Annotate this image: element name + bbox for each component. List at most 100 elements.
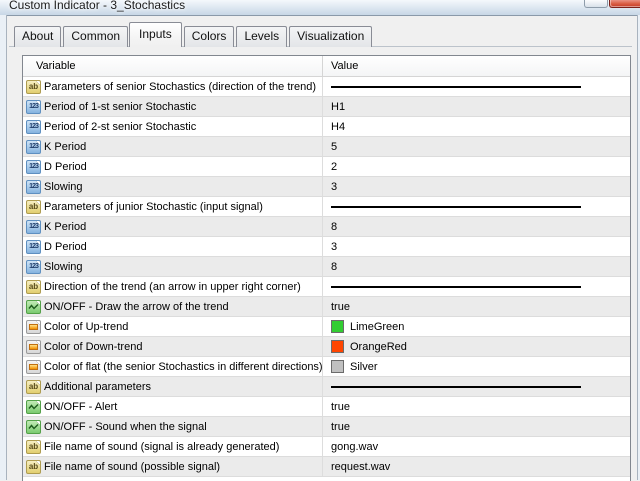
color-param-icon <box>26 359 41 374</box>
value-cell[interactable]: 8 <box>323 257 630 276</box>
color-swatch <box>331 340 344 353</box>
variable-cell: ab Direction of the trend (an arrow in up… <box>23 277 323 296</box>
variable-cell: 123 Period of 2-st senior Stochastic <box>23 117 323 136</box>
value-cell[interactable]: true <box>323 397 630 416</box>
table-row[interactable]: 123 Slowing 3 <box>23 177 630 197</box>
numeric-param-icon: 123 <box>26 239 41 254</box>
value-cell[interactable] <box>323 377 630 396</box>
table-row[interactable]: 123 Period of 2-st senior Stochastic H4 <box>23 117 630 137</box>
table-row[interactable]: Color of Down-trend OrangeRed <box>23 337 630 357</box>
table-row[interactable]: ON/OFF - Alert true <box>23 397 630 417</box>
separator-line <box>331 85 581 88</box>
variable-cell: 123 Slowing <box>23 177 323 196</box>
variable-cell: ab Parameters of senior Stochastics (dire… <box>23 77 323 96</box>
value-text: 5 <box>331 140 338 153</box>
table-row[interactable]: ab Direction of the trend (an arrow in up… <box>23 277 630 297</box>
value-text: 2 <box>331 160 338 173</box>
tab-visualization[interactable]: Visualization <box>289 26 373 47</box>
table-row[interactable]: 123 K Period 5 <box>23 137 630 157</box>
value-cell[interactable] <box>323 77 630 96</box>
variable-label: Slowing <box>44 260 83 273</box>
table-row[interactable]: 123 K Period 8 <box>23 217 630 237</box>
value-text: true <box>331 420 350 433</box>
tab-about[interactable]: About <box>14 26 62 47</box>
value-cell[interactable]: request.wav <box>323 457 630 476</box>
tab-colors[interactable]: Colors <box>183 26 235 47</box>
value-text: 8 <box>331 220 338 233</box>
table-row[interactable]: Color of flat (the senior Stochastics in… <box>23 357 630 377</box>
table-row[interactable]: ON/OFF - Sound when the signal true <box>23 417 630 437</box>
value-cell[interactable]: OrangeRed <box>323 337 630 356</box>
value-cell[interactable]: 3 <box>323 177 630 196</box>
table-row[interactable]: Color of Up-trend LimeGreen <box>23 317 630 337</box>
tab-inputs[interactable]: Inputs <box>129 22 182 47</box>
table-row[interactable]: ab Parameters of junior Stochastic (input… <box>23 197 630 217</box>
close-button[interactable] <box>609 0 640 8</box>
help-button[interactable] <box>584 0 608 8</box>
table-row[interactable]: 123 D Period 3 <box>23 237 630 257</box>
numeric-param-icon: 123 <box>26 99 41 114</box>
value-cell[interactable] <box>323 277 630 296</box>
color-param-icon <box>26 339 41 354</box>
variable-label: Additional parameters <box>44 380 152 393</box>
tab-levels[interactable]: Levels <box>236 26 288 47</box>
value-text: gong.wav <box>331 440 379 453</box>
variable-label: D Period <box>44 240 87 253</box>
string-param-icon: ab <box>26 79 41 94</box>
variable-cell: Color of Up-trend <box>23 317 323 336</box>
color-swatch <box>331 320 344 333</box>
value-cell[interactable]: 5 <box>323 137 630 156</box>
table-row[interactable]: 123 Slowing 8 <box>23 257 630 277</box>
value-cell[interactable]: H4 <box>323 117 630 136</box>
table-body: ab Parameters of senior Stochastics (dire… <box>23 77 630 477</box>
variable-cell: 123 K Period <box>23 137 323 156</box>
inputs-table: Variable Value ab Parameters of senior St… <box>22 55 631 481</box>
variable-label: Direction of the trend (an arrow in uppe… <box>44 280 301 293</box>
variable-label: K Period <box>44 140 87 153</box>
table-row[interactable]: 123 Period of 1-st senior Stochastic H1 <box>23 97 630 117</box>
table-row[interactable]: ab Additional parameters <box>23 377 630 397</box>
tab-common[interactable]: Common <box>63 26 129 47</box>
variable-cell: ab File name of sound (signal is already … <box>23 437 323 456</box>
table-row[interactable]: 123 D Period 2 <box>23 157 630 177</box>
value-cell[interactable]: LimeGreen <box>323 317 630 336</box>
variable-label: Color of Down-trend <box>44 340 143 353</box>
variable-label: K Period <box>44 220 87 233</box>
variable-cell: Color of Down-trend <box>23 337 323 356</box>
column-header-variable: Variable <box>23 56 323 76</box>
value-cell[interactable]: H1 <box>323 97 630 116</box>
value-text: 8 <box>331 260 338 273</box>
variable-cell: ON/OFF - Draw the arrow of the trend <box>23 297 323 316</box>
table-row[interactable]: ab File name of sound (signal is already … <box>23 437 630 457</box>
value-text: Silver <box>350 360 378 373</box>
value-cell[interactable]: 8 <box>323 217 630 236</box>
variable-label: D Period <box>44 160 87 173</box>
window-title: Custom Indicator - 3_Stochastics <box>9 0 186 12</box>
value-cell[interactable]: true <box>323 417 630 436</box>
table-row[interactable]: ab File name of sound (possible signal) re… <box>23 457 630 477</box>
variable-label: ON/OFF - Sound when the signal <box>44 420 207 433</box>
table-row[interactable]: ab Parameters of senior Stochastics (dire… <box>23 77 630 97</box>
value-cell[interactable]: Silver <box>323 357 630 376</box>
variable-cell: Color of flat (the senior Stochastics in… <box>23 357 323 376</box>
variable-label: Parameters of junior Stochastic (input s… <box>44 200 263 213</box>
variable-label: Period of 1-st senior Stochastic <box>44 100 197 113</box>
value-cell[interactable]: true <box>323 297 630 316</box>
variable-cell: 123 K Period <box>23 217 323 236</box>
variable-cell: 123 D Period <box>23 157 323 176</box>
table-header-row: Variable Value <box>23 56 630 77</box>
value-text: true <box>331 300 350 313</box>
value-cell[interactable]: 3 <box>323 237 630 256</box>
table-row[interactable]: ON/OFF - Draw the arrow of the trend true <box>23 297 630 317</box>
variable-label: Color of Up-trend <box>44 320 129 333</box>
tab-strip: About Common Inputs Colors Levels Visualizati… <box>14 22 374 47</box>
value-cell[interactable]: 2 <box>323 157 630 176</box>
string-param-icon: ab <box>26 459 41 474</box>
value-cell[interactable]: gong.wav <box>323 437 630 456</box>
bool-param-icon <box>26 299 41 314</box>
value-cell[interactable] <box>323 197 630 216</box>
numeric-param-icon: 123 <box>26 139 41 154</box>
variable-cell: ON/OFF - Sound when the signal <box>23 417 323 436</box>
variable-label: ON/OFF - Alert <box>44 400 118 413</box>
value-text: LimeGreen <box>350 320 405 333</box>
